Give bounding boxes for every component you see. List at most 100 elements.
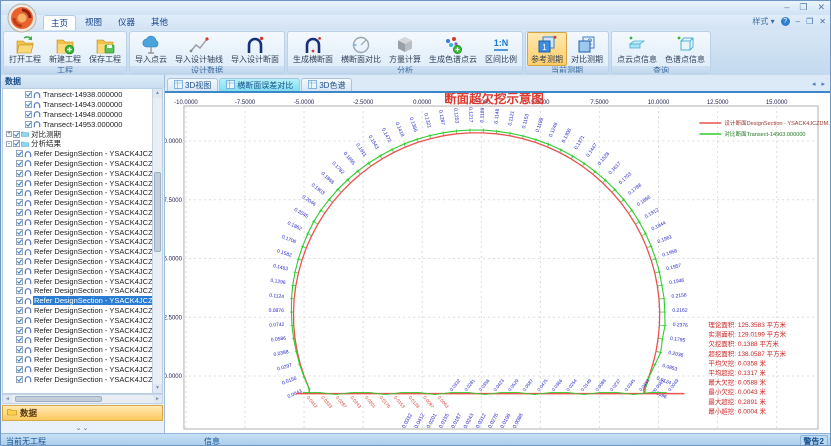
tree-expand-toggle[interactable]: - bbox=[6, 141, 12, 147]
toolbar-button-导入设计断面[interactable]: 导入设计断面 bbox=[227, 32, 283, 66]
view-tab-3[interactable]: 3D色谱 bbox=[301, 78, 352, 91]
checkbox-checked-icon[interactable] bbox=[16, 287, 23, 294]
style-menu[interactable]: 样式 ▾ bbox=[752, 16, 774, 27]
toolbar-button-参考测期[interactable]: 1参考测期 bbox=[527, 32, 567, 66]
horizontal-scroll-thumb[interactable] bbox=[15, 396, 102, 402]
checkbox-checked-icon[interactable] bbox=[16, 180, 23, 187]
toolbar-button-生成横断面[interactable]: 生成横断面 bbox=[289, 32, 337, 66]
ribbon-tab-1[interactable]: 主页 bbox=[43, 15, 76, 30]
toolbar-button-区间比例[interactable]: 1:N区间比例 bbox=[481, 32, 521, 66]
toolbar-button-新建工程[interactable]: 新建工程 bbox=[45, 32, 85, 66]
close-button[interactable]: ✕ bbox=[817, 2, 825, 13]
tree-item[interactable]: Refer DesignSection - YSACK4JCZDI bbox=[3, 257, 152, 267]
scroll-up-icon[interactable]: ▲ bbox=[153, 89, 162, 98]
checkbox-checked-icon[interactable] bbox=[16, 160, 23, 167]
tree-item[interactable]: Refer DesignSection - YSACK4JCZDI bbox=[3, 276, 152, 286]
tree-vertical-scrollbar[interactable]: ▲ ▼ bbox=[152, 89, 162, 393]
data-dock-tab[interactable]: 数据 bbox=[2, 405, 163, 421]
view-tab-1[interactable]: 3D视图 bbox=[167, 78, 218, 91]
tree-item[interactable]: Refer DesignSection - YSACK4JCZDI bbox=[3, 178, 152, 188]
checkbox-checked-icon[interactable] bbox=[16, 356, 23, 363]
tree-item[interactable]: Refer DesignSection - YSACK4JCZDI bbox=[3, 168, 152, 178]
tab-scroll-arrows[interactable]: ◂ ▸ bbox=[812, 80, 827, 88]
checkbox-checked-icon[interactable] bbox=[16, 366, 23, 373]
minimize-small-button[interactable]: – bbox=[796, 17, 800, 26]
tree-item[interactable]: Refer DesignSection - YSACK4JCZDI bbox=[3, 247, 152, 257]
tree-item[interactable]: Refer DesignSection - YSACK4JCZDI bbox=[3, 345, 152, 355]
checkbox-checked-icon[interactable] bbox=[16, 307, 23, 314]
toolbar-button-导入点云[interactable]: 导入点云 bbox=[131, 32, 171, 66]
tree-item[interactable]: Refer DesignSection - YSACK4JCZDI bbox=[3, 315, 152, 325]
tree-item[interactable]: Refer DesignSection - YSACK4JCZDI bbox=[3, 296, 152, 306]
checkbox-checked-icon[interactable] bbox=[13, 131, 20, 138]
tree-item[interactable]: Refer DesignSection - YSACK4JCZDI bbox=[3, 355, 152, 365]
tree-item[interactable]: -分析结果 bbox=[3, 139, 152, 149]
minimize-button[interactable]: – bbox=[784, 2, 789, 13]
checkbox-checked-icon[interactable] bbox=[16, 278, 23, 285]
tree-item[interactable]: Refer DesignSection - YSACK4JCZDI bbox=[3, 286, 152, 296]
checkbox-checked-icon[interactable] bbox=[16, 199, 23, 206]
vertical-scroll-thumb[interactable] bbox=[154, 172, 161, 252]
app-logo-button[interactable] bbox=[7, 3, 37, 33]
tree-item[interactable]: Transect-14953.000000 bbox=[3, 119, 152, 129]
scroll-left-icon[interactable]: ◄ bbox=[3, 395, 12, 403]
toolbar-button-对比测期[interactable]: 2对比测期 bbox=[567, 32, 607, 66]
tree-item[interactable]: Refer DesignSection - YSACK4JCZDI bbox=[3, 149, 152, 159]
checkbox-checked-icon[interactable] bbox=[25, 121, 32, 128]
checkbox-checked-icon[interactable] bbox=[16, 336, 23, 343]
checkbox-checked-icon[interactable] bbox=[16, 150, 23, 157]
tree-item[interactable]: Refer DesignSection - YSACK4JCZDI bbox=[3, 227, 152, 237]
checkbox-checked-icon[interactable] bbox=[16, 248, 23, 255]
checkbox-checked-icon[interactable] bbox=[16, 258, 23, 265]
tree-item[interactable]: Refer DesignSection - YSACK4JCZDI bbox=[3, 208, 152, 218]
section-compare-view[interactable]: -10.0000-7.5000-5.0000-2.50000.00002.500… bbox=[165, 91, 830, 433]
close-small-button[interactable]: ✕ bbox=[819, 17, 826, 26]
tree-item[interactable]: Refer DesignSection - YSACK4JCZDI bbox=[3, 374, 152, 384]
tree-item[interactable]: Refer DesignSection - YSACK4JCZDI bbox=[3, 266, 152, 276]
checkbox-checked-icon[interactable] bbox=[16, 268, 23, 275]
tree-item[interactable]: Refer DesignSection - YSACK4JCZDI bbox=[3, 198, 152, 208]
toolbar-button-打开工程[interactable]: 打开工程 bbox=[5, 32, 45, 66]
checkbox-checked-icon[interactable] bbox=[16, 346, 23, 353]
scroll-right-icon[interactable]: ► bbox=[153, 395, 162, 403]
tree-item[interactable]: Refer DesignSection - YSACK4JCZDI bbox=[3, 335, 152, 345]
tree-item[interactable]: Transect-14943.000000 bbox=[3, 100, 152, 110]
checkbox-checked-icon[interactable] bbox=[16, 317, 23, 324]
checkbox-checked-icon[interactable] bbox=[16, 189, 23, 196]
checkbox-checked-icon[interactable] bbox=[16, 327, 23, 334]
tree-item[interactable]: Refer DesignSection - YSACK4JCZDI bbox=[3, 237, 152, 247]
checkbox-checked-icon[interactable] bbox=[25, 111, 32, 118]
maximize-button[interactable]: ❐ bbox=[799, 2, 807, 13]
toolbar-button-横断面对比[interactable]: 横断面对比 bbox=[337, 32, 385, 66]
checkbox-checked-icon[interactable] bbox=[16, 229, 23, 236]
tree-item[interactable]: Refer DesignSection - YSACK4JCZDI bbox=[3, 217, 152, 227]
tree-item[interactable]: Refer DesignSection - YSACK4JCZDI bbox=[3, 188, 152, 198]
checkbox-checked-icon[interactable] bbox=[13, 140, 20, 147]
restore-small-button[interactable]: ❐ bbox=[806, 17, 813, 26]
checkbox-checked-icon[interactable] bbox=[16, 238, 23, 245]
checkbox-checked-icon[interactable] bbox=[16, 376, 23, 383]
toolbar-button-色谱点信息[interactable]: 色谱点信息 bbox=[661, 32, 709, 66]
ribbon-tab-3[interactable]: 仪器 bbox=[111, 15, 142, 30]
toolbar-button-方量计算[interactable]: 方量计算 bbox=[385, 32, 425, 66]
ribbon-tab-2[interactable]: 视图 bbox=[78, 15, 109, 30]
ribbon-tab-4[interactable]: 其他 bbox=[144, 15, 175, 30]
help-icon[interactable]: ? bbox=[781, 17, 790, 26]
checkbox-checked-icon[interactable] bbox=[16, 219, 23, 226]
toolbar-button-保存工程[interactable]: 保存工程 bbox=[85, 32, 125, 66]
checkbox-checked-icon[interactable] bbox=[25, 101, 32, 108]
checkbox-checked-icon[interactable] bbox=[16, 297, 23, 304]
tree-expand-toggle[interactable]: + bbox=[6, 131, 12, 137]
tree-item[interactable]: Refer DesignSection - YSACK4JCZDI bbox=[3, 325, 152, 335]
toolbar-button-生成色谱点云[interactable]: 生成色谱点云 bbox=[425, 32, 481, 66]
toolbar-button-导入设计轴线[interactable]: 导入设计轴线 bbox=[171, 32, 227, 66]
view-tab-2[interactable]: 横断面误差对比 bbox=[219, 78, 300, 91]
tree-item[interactable]: Transect-14948.000000 bbox=[3, 110, 152, 120]
toolbar-button-点云点信息[interactable]: 点云点信息 bbox=[613, 32, 661, 66]
panel-collapse-handle[interactable]: ⌄⌄ bbox=[1, 422, 164, 433]
status-warning[interactable]: 警告2 bbox=[800, 435, 828, 446]
tree-horizontal-scrollbar[interactable]: ◄ ► bbox=[2, 394, 163, 404]
checkbox-checked-icon[interactable] bbox=[16, 209, 23, 216]
tree-item[interactable]: Refer DesignSection - YSACK4JCZDI bbox=[3, 306, 152, 316]
tree-item[interactable]: Refer DesignSection - YSACK4JCZDI bbox=[3, 364, 152, 374]
